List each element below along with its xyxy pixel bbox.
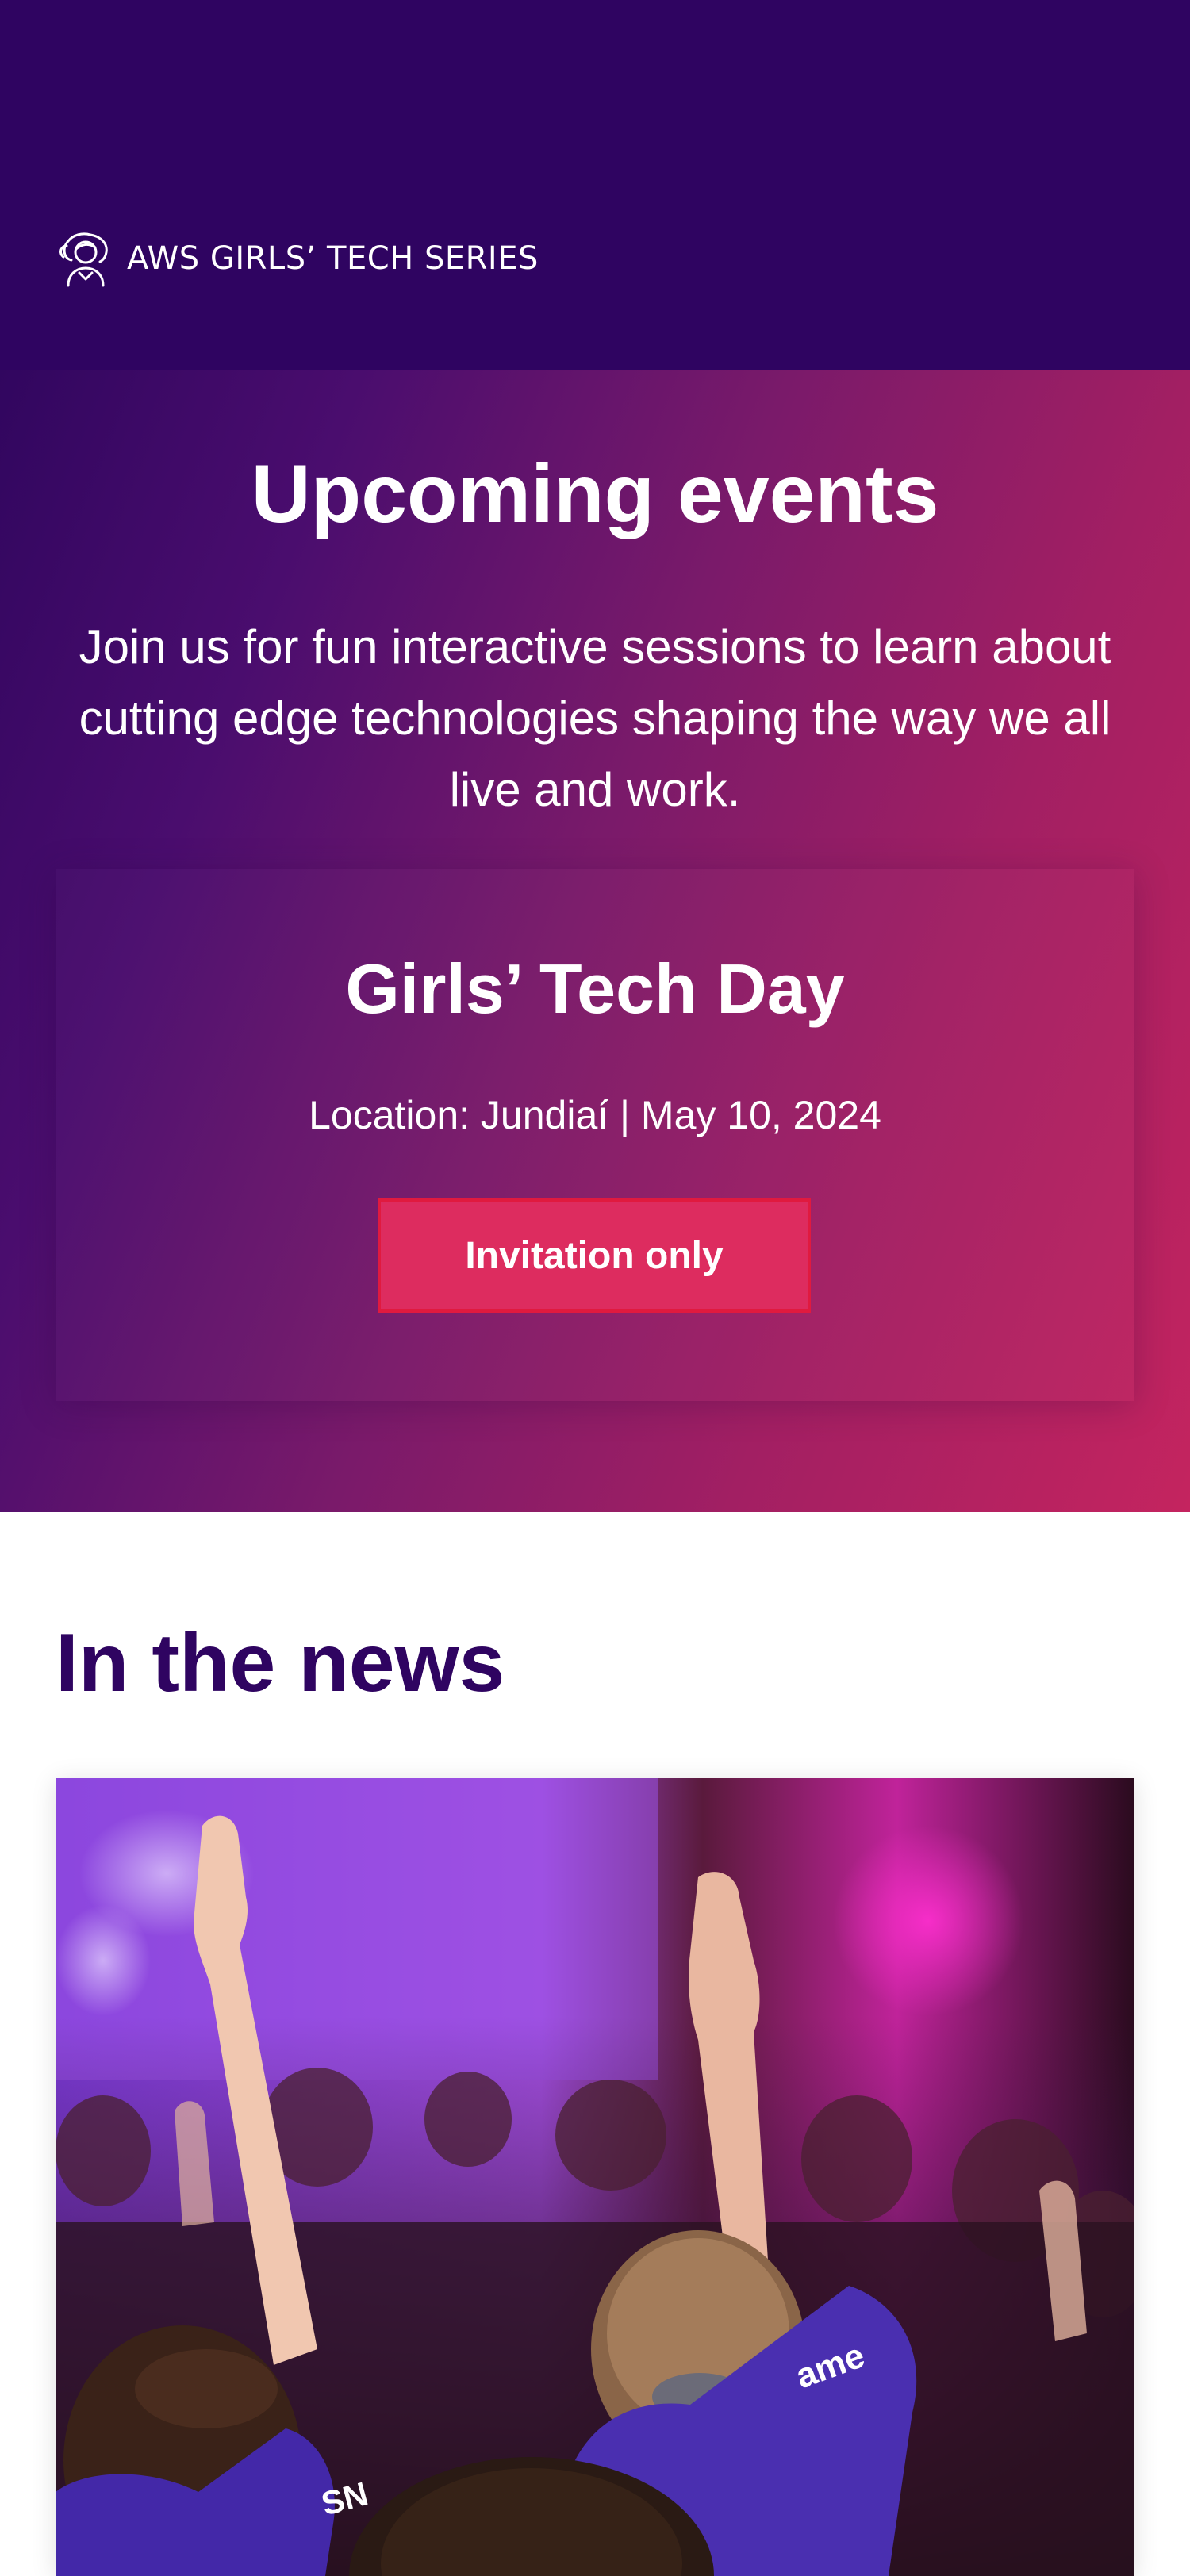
audience-raising-hands-photo: ame SN	[56, 1778, 1134, 2576]
brand-text: AWS GIRLS’ TECH SERIES	[127, 240, 539, 277]
event-card: Girls’ Tech Day Location: Jundiaí | May …	[56, 869, 1134, 1401]
brand-logo-link[interactable]: AWS GIRLS’ TECH SERIES	[56, 230, 539, 287]
in-the-news-heading: In the news	[56, 1617, 505, 1709]
event-title: Girls’ Tech Day	[345, 949, 845, 1028]
upcoming-events-description: Join us for fun interactive sessions to …	[79, 620, 1111, 816]
event-location-date: Location: Jundiaí | May 10, 2024	[309, 1093, 881, 1137]
upcoming-events-section: Upcoming events Join us for fun interact…	[0, 370, 1190, 1512]
invitation-only-button[interactable]: Invitation only	[378, 1198, 811, 1313]
news-card[interactable]: ame SN	[56, 1778, 1134, 2576]
upcoming-events-title: Upcoming events	[251, 448, 939, 540]
girl-avatar-icon	[60, 232, 108, 287]
site-header: AWS GIRLS’ TECH SERIES	[0, 0, 1190, 370]
